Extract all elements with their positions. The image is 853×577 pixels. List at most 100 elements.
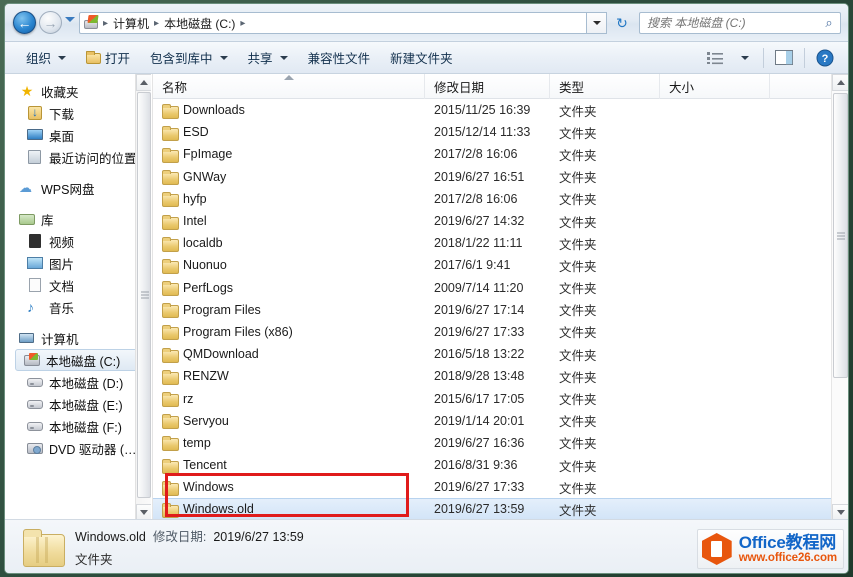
search-box[interactable]: ⌕ (639, 12, 841, 34)
svg-text:?: ? (822, 53, 829, 65)
sidebar-item-desktop[interactable]: 桌面 (5, 124, 151, 146)
cell-name: ESD (162, 125, 209, 141)
star-icon: ★ (20, 83, 34, 99)
toolbar-divider (804, 47, 805, 68)
file-name-label: Intel (183, 214, 207, 229)
column-header-size[interactable]: 大小 (660, 74, 770, 99)
cell-type: 文件夹 (559, 282, 597, 297)
table-row[interactable]: Nuonuo 2017/6/1 9:41 文件夹 (153, 254, 831, 276)
cell-date-modified: 2018/9/28 13:48 (434, 369, 525, 384)
recent-pages-dropdown-icon[interactable] (65, 17, 75, 22)
cell-type: 文件夹 (559, 393, 597, 408)
cell-type: 文件夹 (559, 503, 597, 518)
toolbar-item-organize[interactable]: 组织 (17, 44, 75, 71)
toolbar-item-open[interactable]: 打开 (77, 44, 139, 71)
library-icon (19, 211, 35, 227)
breadcrumb-item-local-disk-c[interactable]: 本地磁盘 (C:) (161, 15, 238, 32)
toolbar-item-include-in-library[interactable]: 包含到库中 (141, 44, 237, 71)
sidebar-item-local-disk-c[interactable]: 本地磁盘 (C:) (15, 349, 147, 371)
sidebar-item-pictures[interactable]: 图片 (5, 252, 151, 274)
view-options-icon[interactable] (702, 46, 728, 70)
table-row[interactable]: Tencent 2016/8/31 9:36 文件夹 (153, 454, 831, 476)
sidebar-item-wps-cloud[interactable]: ☁ WPS网盘 (5, 177, 151, 199)
sidebar-item-recent-places[interactable]: 最近访问的位置 (5, 146, 151, 168)
sidebar-item-documents[interactable]: 文档 (5, 274, 151, 296)
sidebar-item-music[interactable]: ♪ 音乐 (5, 296, 151, 318)
sidebar-scroll-thumb[interactable] (137, 92, 151, 498)
watermark-logo: Office教程网 www.office26.com (696, 529, 844, 569)
file-name-label: FpImage (183, 147, 233, 162)
view-options-dropdown-icon[interactable] (730, 46, 756, 70)
sidebar-item-local-disk-e[interactable]: 本地磁盘 (E:) (5, 393, 151, 415)
explorer-window: ← → ▸ 计算机 ▸ 本地磁盘 (C:) ▸ ↻ ⌕ 组织 (4, 3, 849, 574)
sidebar-scrollbar[interactable] (135, 74, 151, 521)
table-row[interactable]: FpImage 2017/2/8 16:06 文件夹 (153, 143, 831, 165)
nav-group-libraries: 库 视频 图片 文档 ♪ 音乐 (5, 208, 151, 318)
table-row[interactable]: QMDownload 2016/5/18 13:22 文件夹 (153, 343, 831, 365)
file-name-label: rz (183, 391, 194, 406)
table-row[interactable]: ESD 2015/12/14 11:33 文件夹 (153, 121, 831, 143)
preview-pane-icon[interactable] (771, 46, 797, 70)
cell-type: 文件夹 (559, 437, 597, 452)
sidebar-item-libraries[interactable]: 库 (5, 208, 151, 230)
table-row[interactable]: Program Files (x86) 2019/6/27 17:33 文件夹 (153, 321, 831, 343)
table-row[interactable]: RENZW 2018/9/28 13:48 文件夹 (153, 365, 831, 387)
office-hexagon-icon (701, 533, 732, 565)
column-header-date-modified[interactable]: 修改日期 (425, 74, 550, 99)
scroll-grip-icon (837, 232, 845, 239)
toolbar-item-new-folder[interactable]: 新建文件夹 (381, 44, 462, 71)
list-scroll-up-button[interactable] (832, 74, 848, 91)
column-header-name[interactable]: 名称 (153, 74, 425, 99)
sidebar-scroll-up-button[interactable] (136, 74, 151, 91)
search-input[interactable] (640, 15, 818, 31)
sidebar-item-videos[interactable]: 视频 (5, 230, 151, 252)
navigation-pane[interactable]: ★ 收藏夹 下载 桌面 最近访问的位置 ☁ (5, 74, 151, 521)
cell-date-modified: 2016/8/31 9:36 (434, 458, 518, 473)
list-scroll-thumb[interactable] (833, 93, 848, 378)
toolbar-item-label: 新建文件夹 (390, 52, 453, 66)
cell-date-modified: 2019/6/27 17:14 (434, 302, 525, 317)
search-icon[interactable]: ⌕ (818, 15, 840, 31)
chevron-down-icon (58, 55, 67, 60)
sidebar-item-label: 库 (41, 213, 54, 228)
column-header-type[interactable]: 类型 (550, 74, 660, 99)
sidebar-item-local-disk-d[interactable]: 本地磁盘 (D:) (5, 371, 151, 393)
table-row[interactable]: GNWay 2019/6/27 16:51 文件夹 (153, 166, 831, 188)
table-row[interactable]: temp 2019/6/27 16:36 文件夹 (153, 432, 831, 454)
toolbar-item-compatibility-files[interactable]: 兼容性文件 (299, 44, 380, 71)
folder-icon (162, 436, 179, 452)
back-button[interactable]: ← (13, 11, 36, 34)
address-dropdown-icon[interactable] (587, 12, 607, 34)
toolbar-item-label: 兼容性文件 (307, 52, 371, 66)
table-row[interactable]: hyfp 2017/2/8 16:06 文件夹 (153, 188, 831, 210)
table-row[interactable]: Program Files 2019/6/27 17:14 文件夹 (153, 299, 831, 321)
breadcrumb-item-computer[interactable]: 计算机 (110, 15, 152, 32)
table-row[interactable]: localdb 2018/1/22 11:11 文件夹 (153, 232, 831, 254)
table-row[interactable]: rz 2015/6/17 17:05 文件夹 (153, 387, 831, 409)
table-row[interactable]: Windows.old 2019/6/27 13:59 文件夹 (153, 498, 831, 521)
sidebar-item-favorites[interactable]: ★ 收藏夹 (5, 80, 151, 102)
help-icon[interactable]: ? (812, 46, 838, 70)
table-row[interactable]: PerfLogs 2009/7/14 11:20 文件夹 (153, 277, 831, 299)
refresh-icon[interactable]: ↻ (611, 12, 633, 34)
cell-type: 文件夹 (559, 148, 597, 163)
nav-group-computer: 计算机 本地磁盘 (C:) 本地磁盘 (D:) 本地磁盘 (E:) 本地磁盘 (… (5, 327, 151, 459)
sidebar-item-local-disk-f[interactable]: 本地磁盘 (F:) (5, 415, 151, 437)
sidebar-item-dvd-drive-g[interactable]: DVD 驱动器 (G:) ▾ (5, 437, 151, 459)
forward-button[interactable]: → (39, 11, 62, 34)
table-row[interactable]: Windows 2019/6/27 17:33 文件夹 (153, 476, 831, 498)
sidebar-item-downloads[interactable]: 下载 (5, 102, 151, 124)
column-header-label: 类型 (559, 81, 585, 95)
sidebar-item-computer[interactable]: 计算机 (5, 327, 151, 349)
cell-name: Intel (162, 214, 207, 230)
file-list-pane[interactable]: 名称 修改日期 类型 大小 Downloads 2015/11/25 16:39 文… (152, 74, 848, 521)
table-row[interactable]: Intel 2019/6/27 14:32 文件夹 (153, 210, 831, 232)
table-row[interactable]: Downloads 2015/11/25 16:39 文件夹 (153, 99, 831, 121)
breadcrumb[interactable]: ▸ 计算机 ▸ 本地磁盘 (C:) ▸ (79, 12, 587, 34)
back-arrow-icon: ← (17, 14, 32, 31)
table-row[interactable]: Servyou 2019/1/14 20:01 文件夹 (153, 410, 831, 432)
cell-type: 文件夹 (559, 459, 597, 474)
cell-date-modified: 2019/6/27 17:33 (434, 324, 525, 339)
toolbar-item-share[interactable]: 共享 (239, 44, 297, 71)
file-list-scrollbar[interactable] (831, 74, 848, 521)
